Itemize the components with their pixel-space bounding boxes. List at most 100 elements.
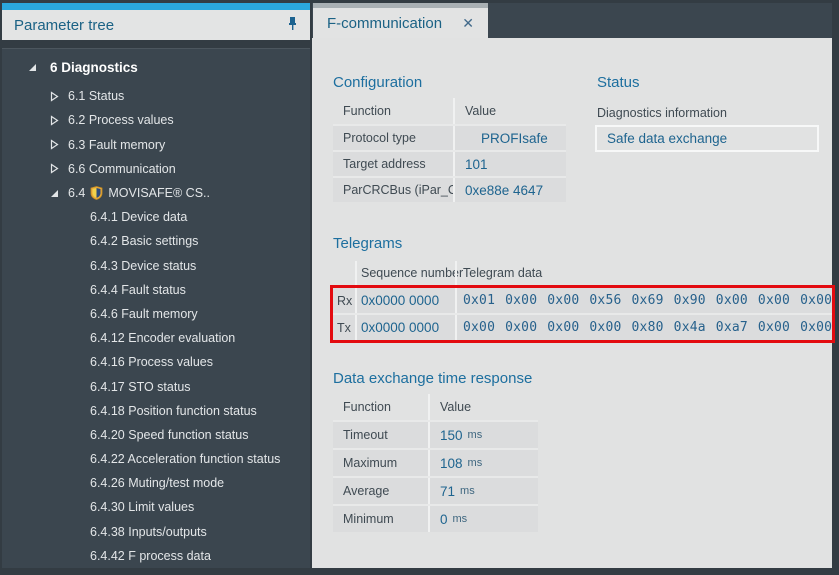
config-value: 0xe88e 4647	[453, 178, 566, 202]
configuration-title: Configuration	[333, 74, 566, 92]
tree-item-6-4-38-inputs-outputs[interactable]: 6.4.38 Inputs/outputs	[2, 520, 310, 544]
diagnostics-information-label: Diagnostics information	[597, 106, 832, 120]
telegrams-title: Telegrams	[333, 235, 832, 253]
tree-item-6-4-16-process-values[interactable]: 6.4.16 Process values	[2, 350, 310, 374]
tree-item-6-4-26-muting-test-mode[interactable]: 6.4.26 Muting/test mode	[2, 471, 310, 495]
tab-f-communication[interactable]: F-communication ✕	[313, 3, 488, 38]
parameter-tree-panel: Parameter tree 6 Diagnostics 6.1 Status 6.…	[2, 3, 310, 568]
config-value: PROFIsafe	[453, 126, 566, 150]
config-row-protocol-type: Protocol typePROFIsafe	[333, 124, 566, 150]
time-row-average: Average71ms	[333, 476, 538, 504]
tree-item-6-4-22-acceleration-function-status[interactable]: 6.4.22 Acceleration function status	[2, 447, 310, 471]
tree-item-6-2-process-values[interactable]: 6.2 Process values	[2, 108, 310, 132]
config-value: 101	[453, 152, 566, 176]
telegram-sequence-number: 0x0000 0000	[355, 288, 455, 313]
tree-item-label: 6.4.1 Device data	[90, 210, 187, 224]
diagnostics-information-field: Safe data exchange	[595, 125, 819, 152]
telegram-row-rx: Rx0x0000 00000x01 0x00 0x00 0x56 0x69 0x…	[333, 288, 832, 313]
column-header-function: Function	[333, 400, 428, 414]
tree-item-6-4-4-fault-status[interactable]: 6.4.4 Fault status	[2, 278, 310, 302]
expander-collapsed-icon[interactable]	[48, 91, 60, 102]
tree-item-6-4-17-sto-status[interactable]: 6.4.17 STO status	[2, 374, 310, 398]
tree-item-6-1-status[interactable]: 6.1 Status	[2, 84, 310, 108]
time-value: 0ms	[428, 506, 538, 532]
expander-collapsed-icon[interactable]	[48, 115, 60, 126]
tree-item-6-4-6-fault-memory[interactable]: 6.4.6 Fault memory	[2, 302, 310, 326]
time-function: Average	[333, 484, 428, 498]
column-header-value: Value	[428, 394, 538, 420]
tree-item-label: 6.4.16 Process values	[90, 355, 213, 369]
panel-header-gap	[2, 40, 310, 48]
configuration-table-header: Function Value	[333, 98, 566, 124]
tree-item-6-4-18-position-function-status[interactable]: 6.4.18 Position function status	[2, 399, 310, 423]
tree-item-label: 6.3 Fault memory	[68, 138, 165, 152]
column-header-sequence-number: Sequence number	[355, 261, 455, 285]
tab-content: Configuration Function Value Protocol ty…	[312, 38, 832, 568]
tree-item-label: 6.4.4 Fault status	[90, 283, 186, 297]
tree-item-6-4-3-device-status[interactable]: 6.4.3 Device status	[2, 254, 310, 278]
time-response-table-header: Function Value	[333, 394, 538, 420]
pin-icon[interactable]	[287, 16, 298, 35]
telegram-sequence-number: 0x0000 0000	[355, 315, 455, 340]
time-value: 108ms	[428, 450, 538, 476]
column-header-function: Function	[333, 104, 453, 118]
tree-item-label: 6.1 Status	[68, 89, 124, 103]
tree-item-label: 6.2 Process values	[68, 113, 174, 127]
tree-item-6-4-20-speed-function-status[interactable]: 6.4.20 Speed function status	[2, 423, 310, 447]
telegrams-section: Telegrams Sequence number Telegram data …	[333, 235, 832, 343]
parameter-tree-title: Parameter tree	[14, 17, 114, 34]
tree-item-6-4-12-encoder-evaluation[interactable]: 6.4.12 Encoder evaluation	[2, 326, 310, 350]
time-value: 150ms	[428, 422, 538, 448]
time-value: 71ms	[428, 478, 538, 504]
tree-item-label: 6.4.12 Encoder evaluation	[90, 331, 235, 345]
tree-item-label: 6.4.18 Position function status	[90, 404, 257, 418]
tree-item-6-diagnostics[interactable]: 6 Diagnostics	[2, 55, 310, 79]
annotation-telegrams-highlight: Rx0x0000 00000x01 0x00 0x00 0x56 0x69 0x…	[330, 285, 835, 343]
config-row-parcrcbus-ipar-crc: ParCRCBus (iPar_CRC)0xe88e 4647	[333, 176, 566, 202]
expander-collapsed-icon[interactable]	[48, 139, 60, 150]
tree-item-label: 6.4.30 Limit values	[90, 500, 194, 514]
tree-item-label: 6.4.3 Device status	[90, 259, 196, 273]
telegram-direction: Rx	[333, 294, 355, 308]
tree-item-label: 6.4.22 Acceleration function status	[90, 452, 280, 466]
parameter-tree-header: Parameter tree	[2, 10, 310, 40]
time-function: Timeout	[333, 428, 428, 442]
app-window: Parameter tree 6 Diagnostics 6.1 Status 6.…	[0, 0, 839, 575]
telegram-data-bytes: 0x01 0x00 0x00 0x56 0x69 0x90 0x00 0x00 …	[455, 288, 832, 313]
column-header-telegram-data: Telegram data	[455, 261, 832, 285]
tree-item-label: 6.4.17 STO status	[90, 380, 191, 394]
expander-expanded-icon[interactable]	[48, 189, 60, 198]
tab-strip: F-communication ✕	[312, 3, 832, 38]
tree-item-6-4-2-basic-settings[interactable]: 6.4.2 Basic settings	[2, 229, 310, 253]
time-function: Minimum	[333, 512, 428, 526]
tree-item-6-4-42-f-process-data[interactable]: 6.4.42 F process data	[2, 544, 310, 568]
time-response-title: Data exchange time response	[333, 370, 538, 388]
tree-item-6-3-fault-memory[interactable]: 6.3 Fault memory	[2, 133, 310, 157]
tree-item-6-6-communication[interactable]: 6.6 Communication	[2, 157, 310, 181]
configuration-table: Function Value Protocol typePROFIsafeTar…	[333, 98, 566, 202]
panel-accent-strip	[2, 3, 310, 10]
time-row-timeout: Timeout150ms	[333, 420, 538, 448]
expander-expanded-icon[interactable]	[26, 63, 38, 72]
tree-item-label: 6.4.2 Basic settings	[90, 234, 198, 248]
tree-item-6-4-1-device-data[interactable]: 6.4.1 Device data	[2, 205, 310, 229]
time-row-minimum: Minimum0ms	[333, 504, 538, 532]
tab-close-icon[interactable]: ✕	[450, 15, 474, 32]
tree-item-label: 6 Diagnostics	[50, 60, 138, 75]
shield-icon	[90, 186, 103, 200]
expander-collapsed-icon[interactable]	[48, 163, 60, 174]
tree-item-label: 6.4.26 Muting/test mode	[90, 476, 224, 490]
time-response-section: Data exchange time response Function Val…	[333, 370, 538, 532]
configuration-section: Configuration Function Value Protocol ty…	[333, 74, 566, 202]
config-function: Target address	[333, 157, 453, 171]
parameter-tree: 6 Diagnostics 6.1 Status 6.2 Process value…	[2, 49, 310, 568]
tree-item-6-4-movisafe-cs[interactable]: 6.4MOVISAFE® CS..	[2, 181, 310, 205]
document-panel: F-communication ✕ Configuration Function…	[312, 3, 832, 568]
config-row-target-address: Target address101	[333, 150, 566, 176]
telegrams-table-header: Sequence number Telegram data	[333, 261, 832, 285]
time-response-table: Function Value Timeout150msMaximum108msA…	[333, 394, 538, 532]
tree-item-number: 6.4	[68, 186, 85, 200]
time-function: Maximum	[333, 456, 428, 470]
tree-item-6-4-30-limit-values[interactable]: 6.4.30 Limit values	[2, 495, 310, 519]
telegram-data-bytes: 0x00 0x00 0x00 0x00 0x80 0x4a 0xa7 0x00 …	[455, 315, 832, 340]
